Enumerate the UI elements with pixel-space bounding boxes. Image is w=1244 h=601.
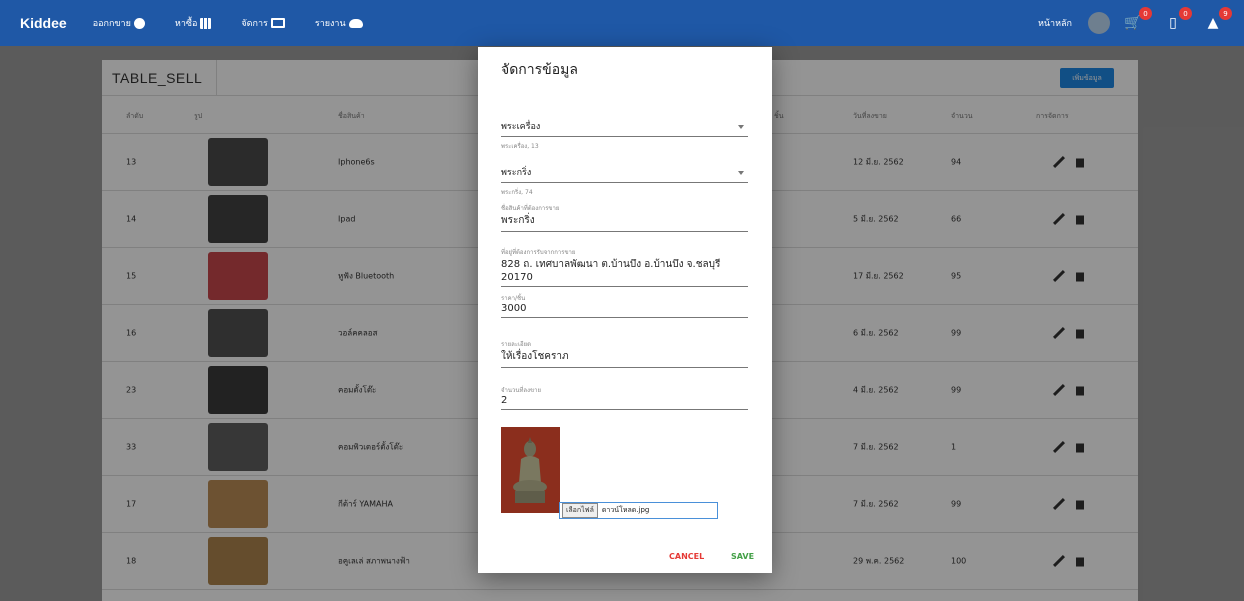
nav-item-report[interactable]: รายงาน [315,16,363,30]
dollar-icon [133,17,145,29]
category-select[interactable]: พระเครื่อง [501,119,748,137]
chevron-down-icon [738,171,744,175]
brand-logo[interactable]: Kiddee [20,15,67,31]
subcategory-select[interactable]: พระกริ่ง [501,165,748,183]
subcategory-help: พระกริ่ง, 74 [501,189,533,196]
category-help: พระเครื่อง, 13 [501,143,539,150]
avatar[interactable] [1088,12,1110,34]
detail-field[interactable]: รายละเอียด ให้เรื่องโชคราภ [501,339,748,368]
nav-item-buy[interactable]: หาซื้อ [175,16,212,30]
address-field[interactable]: ที่อยู่ที่ต้องการรับจากการขาย 828 ถ. เทศ… [501,247,748,287]
nav-item-manage[interactable]: จัดการ [241,16,285,30]
image-preview [501,427,560,513]
chevron-down-icon [738,125,744,129]
cancel-button[interactable]: CANCEL [669,552,704,561]
save-button[interactable]: SAVE [731,552,754,561]
price-field[interactable]: ราคา/ชิ้น 3000 [501,293,748,318]
top-navbar: Kiddee ออกกขาย หาซื้อ จัดการ รายงาน หน้า… [0,0,1244,46]
buddha-statue-image [513,437,547,503]
grid-icon [200,17,212,29]
cloud-icon [348,18,363,28]
product-name-field[interactable]: ชื่อสินค้าที่ต้องการขาย พระกริ่ง [501,203,748,232]
screen-icon [270,18,285,28]
cart-badge: 0 [1139,7,1152,20]
nav-home-link[interactable]: หน้าหลัก [1038,16,1072,30]
dialog-title: จัดการข้อมูล [501,62,578,78]
amount-field[interactable]: จำนวนที่ลงขาย 2 [501,385,748,410]
chat-icon[interactable]: ▯ 0 [1164,7,1192,31]
choose-file-button[interactable]: เลือกไฟล์ [562,503,598,518]
cart-icon[interactable]: 🛒 0 [1124,7,1152,31]
file-name: ดาวน์โหลด.jpg [601,506,650,514]
bell-icon[interactable]: ▲ 9 [1204,7,1232,31]
chat-badge: 0 [1179,7,1192,20]
manage-data-dialog: จัดการข้อมูล พระเครื่อง พระเครื่อง, 13 พ… [478,47,772,573]
file-input[interactable]: เลือกไฟล์ ดาวน์โหลด.jpg [559,502,718,519]
bell-badge: 9 [1219,7,1232,20]
nav-item-sell[interactable]: ออกกขาย [93,16,145,30]
